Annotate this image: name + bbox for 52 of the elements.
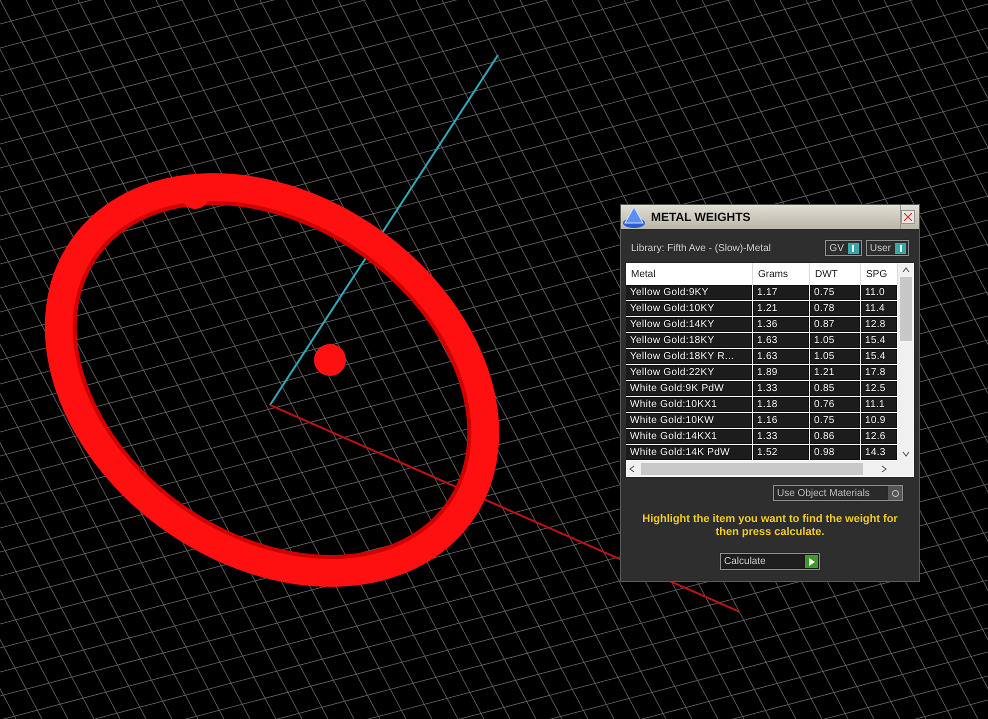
table-cell: White Gold:10KW bbox=[626, 413, 753, 428]
radio-indicator bbox=[892, 490, 898, 496]
table-cell: 1.63 bbox=[753, 333, 810, 348]
use-object-materials-checkbox[interactable]: Use Object Materials bbox=[773, 485, 903, 501]
table-cell: 1.21 bbox=[810, 365, 861, 380]
toggle-button[interactable]: GV bbox=[825, 240, 862, 256]
scroll-thumb[interactable] bbox=[641, 463, 863, 475]
table-cell: 0.75 bbox=[810, 285, 861, 300]
vertical-scrollbar[interactable] bbox=[898, 263, 914, 461]
table-cell: 1.89 bbox=[753, 365, 810, 380]
table-cell: 1.21 bbox=[753, 301, 810, 316]
table-cell: 0.78 bbox=[810, 301, 861, 316]
play-icon bbox=[805, 555, 818, 568]
table-cell: 0.76 bbox=[810, 397, 861, 412]
scroll-up-icon bbox=[902, 267, 910, 273]
library-label: Library: Fifth Ave - (Slow)-Metal bbox=[631, 242, 772, 256]
scroll-thumb[interactable] bbox=[900, 277, 912, 341]
scroll-left-icon bbox=[629, 465, 635, 473]
table-cell: 1.17 bbox=[753, 285, 810, 300]
table-cell: 0.98 bbox=[810, 445, 861, 460]
scroll-down-icon bbox=[902, 451, 910, 457]
table-cell: 1.33 bbox=[753, 381, 810, 396]
table-cell: 1.05 bbox=[810, 333, 861, 348]
table-cell: Yellow Gold:14KY bbox=[626, 317, 753, 332]
table-cell: Yellow Gold:10KY bbox=[626, 301, 753, 316]
table-cell: Yellow Gold:18KY bbox=[626, 333, 753, 348]
table-cell: 1.52 bbox=[753, 445, 810, 460]
close-icon bbox=[904, 213, 912, 221]
horizontal-scrollbar[interactable] bbox=[626, 461, 914, 477]
toggle-button[interactable]: User bbox=[866, 240, 909, 256]
table-cell: Yellow Gold:9KY bbox=[626, 285, 753, 300]
table-cell: White Gold:14KX1 bbox=[626, 429, 753, 444]
table-cell: Yellow Gold:18KY R... bbox=[626, 349, 753, 364]
table-cell: 1.36 bbox=[753, 317, 810, 332]
table-cell: 1.05 bbox=[810, 349, 861, 364]
table-cell: 1.63 bbox=[753, 349, 810, 364]
table-cell: 1.33 bbox=[753, 429, 810, 444]
table-cell: Yellow Gold:22KY bbox=[626, 365, 753, 380]
table-cell: White Gold:10KX1 bbox=[626, 397, 753, 412]
table-cell: White Gold:14K PdW bbox=[626, 445, 753, 460]
close-button[interactable] bbox=[901, 210, 915, 224]
instruction-text: Highlight the item you want to find the weight for then press calculate. bbox=[641, 513, 899, 539]
table-cell: 0.75 bbox=[810, 413, 861, 428]
table-cell: White Gold:9K PdW bbox=[626, 381, 753, 396]
table-cell: 0.85 bbox=[810, 381, 861, 396]
calculate-button[interactable]: Calculate bbox=[720, 553, 820, 570]
cone-icon bbox=[621, 205, 647, 229]
table-cell: 1.16 bbox=[753, 413, 810, 428]
scroll-right-icon bbox=[881, 465, 887, 473]
table-cell: 0.87 bbox=[810, 317, 861, 332]
table-cell: 1.18 bbox=[753, 397, 810, 412]
table-cell: 0.86 bbox=[810, 429, 861, 444]
